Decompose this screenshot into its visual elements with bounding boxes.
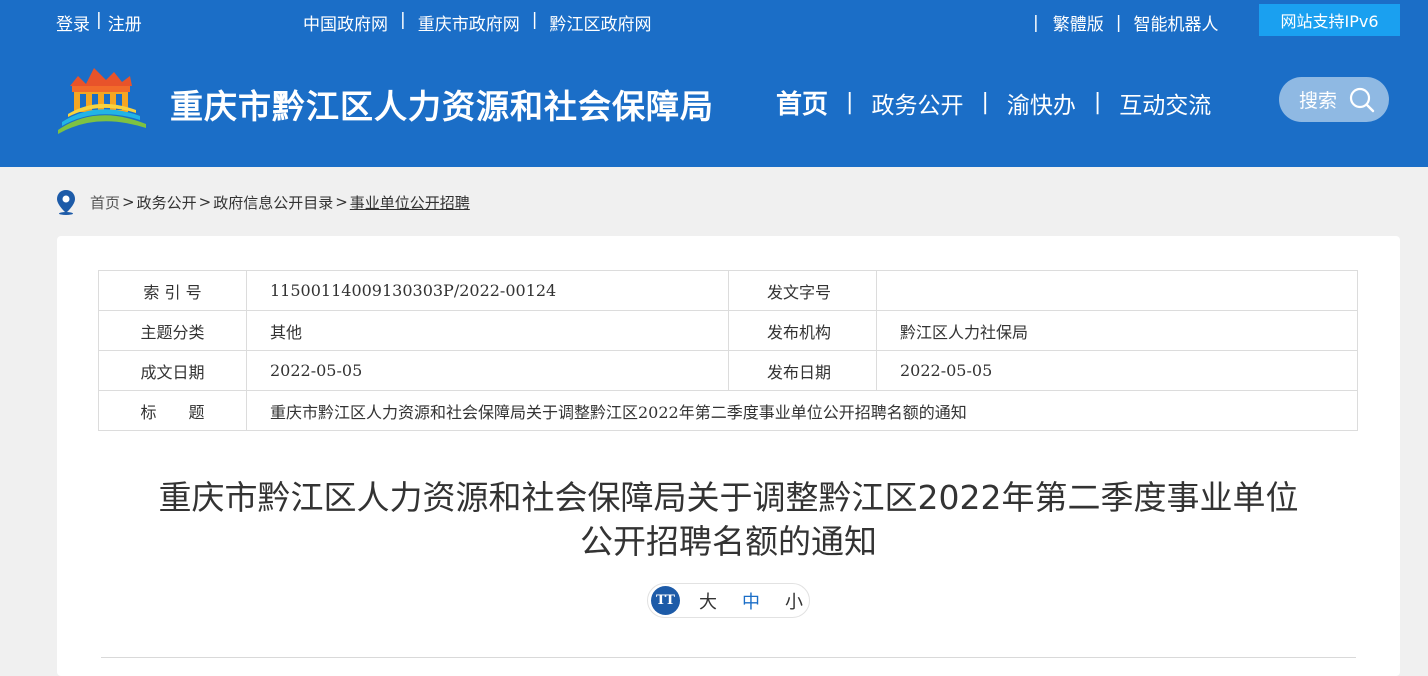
publisher-label: 发布机构 xyxy=(728,310,877,351)
written-date-value: 2022-05-05 xyxy=(246,350,729,391)
login-link[interactable]: 登录 xyxy=(56,10,90,35)
link-chongqing-gov[interactable]: 重庆市政府网 xyxy=(418,10,520,35)
link-china-gov[interactable]: 中国政府网 xyxy=(303,10,388,35)
document-meta-table: 索 引 号 11500114009130303P/2022-00124 发文字号… xyxy=(98,270,1358,431)
main-nav: 首页 | 政务公开 | 渝快办 | 互动交流 xyxy=(776,84,1211,121)
gov-links: 中国政府网 | 重庆市政府网 | 黔江区政府网 xyxy=(303,10,651,35)
ipv6-badge: 网站支持IPv6 xyxy=(1259,4,1400,36)
nav-divider: | xyxy=(981,90,989,115)
publish-date-value: 2022-05-05 xyxy=(876,350,1358,391)
nav-gov-affairs[interactable]: 政务公开 xyxy=(871,86,963,120)
breadcrumb-catalog[interactable]: 政府信息公开目录 xyxy=(213,192,333,213)
link-divider: | xyxy=(1033,12,1039,33)
font-size-small[interactable]: 小 xyxy=(779,588,809,614)
register-link[interactable]: 注册 xyxy=(108,10,142,35)
table-row: 主题分类 其他 发布机构 黔江区人力社保局 xyxy=(98,310,1358,351)
docno-value xyxy=(876,270,1358,311)
title-label: 标 题 xyxy=(98,390,247,431)
search-label: 搜索 xyxy=(1299,90,1338,112)
nav-home[interactable]: 首页 xyxy=(776,84,828,121)
topic-value: 其他 xyxy=(246,310,729,351)
link-qianjiang-gov[interactable]: 黔江区政府网 xyxy=(549,10,651,35)
link-divider: | xyxy=(400,10,406,30)
index-value: 11500114009130303P/2022-00124 xyxy=(246,270,729,311)
breadcrumb-separator: > xyxy=(122,193,135,211)
docno-label: 发文字号 xyxy=(728,270,877,311)
written-date-label: 成文日期 xyxy=(98,350,247,391)
font-size-large[interactable]: 大 xyxy=(693,588,723,614)
publisher-value: 黔江区人力社保局 xyxy=(876,310,1358,351)
topic-label: 主题分类 xyxy=(98,310,247,351)
font-size-medium[interactable]: 中 xyxy=(736,588,766,614)
nav-divider: | xyxy=(846,90,854,115)
article-title-line: 公开招聘名额的通知 xyxy=(580,522,877,561)
article-card: 索 引 号 11500114009130303P/2022-00124 发文字号… xyxy=(57,236,1400,676)
robot-link[interactable]: 智能机器人 xyxy=(1133,10,1218,35)
index-label: 索 引 号 xyxy=(98,270,247,311)
location-pin-icon xyxy=(57,190,75,215)
font-size-icon: TT xyxy=(651,586,680,615)
account-links: 登录 | 注册 xyxy=(56,10,142,35)
title-value: 重庆市黔江区人力资源和社会保障局关于调整黔江区2022年第二季度事业单位公开招聘… xyxy=(246,390,1358,431)
table-row: 标 题 重庆市黔江区人力资源和社会保障局关于调整黔江区2022年第二季度事业单位… xyxy=(98,390,1358,431)
publish-date-label: 发布日期 xyxy=(728,350,877,391)
breadcrumb-current[interactable]: 事业单位公开招聘 xyxy=(350,192,470,213)
nav-interaction[interactable]: 互动交流 xyxy=(1119,86,1211,120)
breadcrumb-separator: > xyxy=(198,193,212,211)
site-title[interactable]: 重庆市黔江区人力资源和社会保障局 xyxy=(170,80,714,128)
link-divider: | xyxy=(531,10,538,30)
breadcrumb-home[interactable]: 首页 xyxy=(90,192,120,213)
link-divider: | xyxy=(1115,12,1122,33)
account-divider: | xyxy=(96,10,102,30)
article-title-line: 重庆市黔江区人力资源和社会保障局关于调整黔江区2022年第二季度事业单位 xyxy=(158,478,1299,517)
font-size-switcher: TT 大 中 小 xyxy=(647,583,810,618)
site-header: 登录 | 注册 中国政府网 | 重庆市政府网 | 黔江区政府网 | 繁體版 | … xyxy=(0,0,1428,167)
table-row: 成文日期 2022-05-05 发布日期 2022-05-05 xyxy=(98,350,1358,391)
search-icon xyxy=(1349,87,1375,112)
article-title: 重庆市黔江区人力资源和社会保障局关于调整黔江区2022年第二季度事业单位 公开招… xyxy=(57,476,1400,564)
search-button[interactable]: 搜索 xyxy=(1279,77,1389,122)
table-row: 索 引 号 11500114009130303P/2022-00124 发文字号 xyxy=(98,270,1358,311)
breadcrumb: 首页 > 政务公开 > 政府信息公开目录 > 事业单位公开招聘 xyxy=(55,189,470,215)
breadcrumb-separator: > xyxy=(335,193,348,211)
content-divider xyxy=(101,657,1356,658)
nav-yukuaiban[interactable]: 渝快办 xyxy=(1007,86,1076,120)
traditional-chinese-link[interactable]: 繁體版 xyxy=(1053,10,1104,35)
nav-divider: | xyxy=(1093,90,1102,115)
bureau-logo-icon xyxy=(58,68,146,134)
breadcrumb-gov-affairs[interactable]: 政务公开 xyxy=(137,192,197,213)
utility-links: | 繁體版 | 智能机器人 xyxy=(1033,10,1218,36)
